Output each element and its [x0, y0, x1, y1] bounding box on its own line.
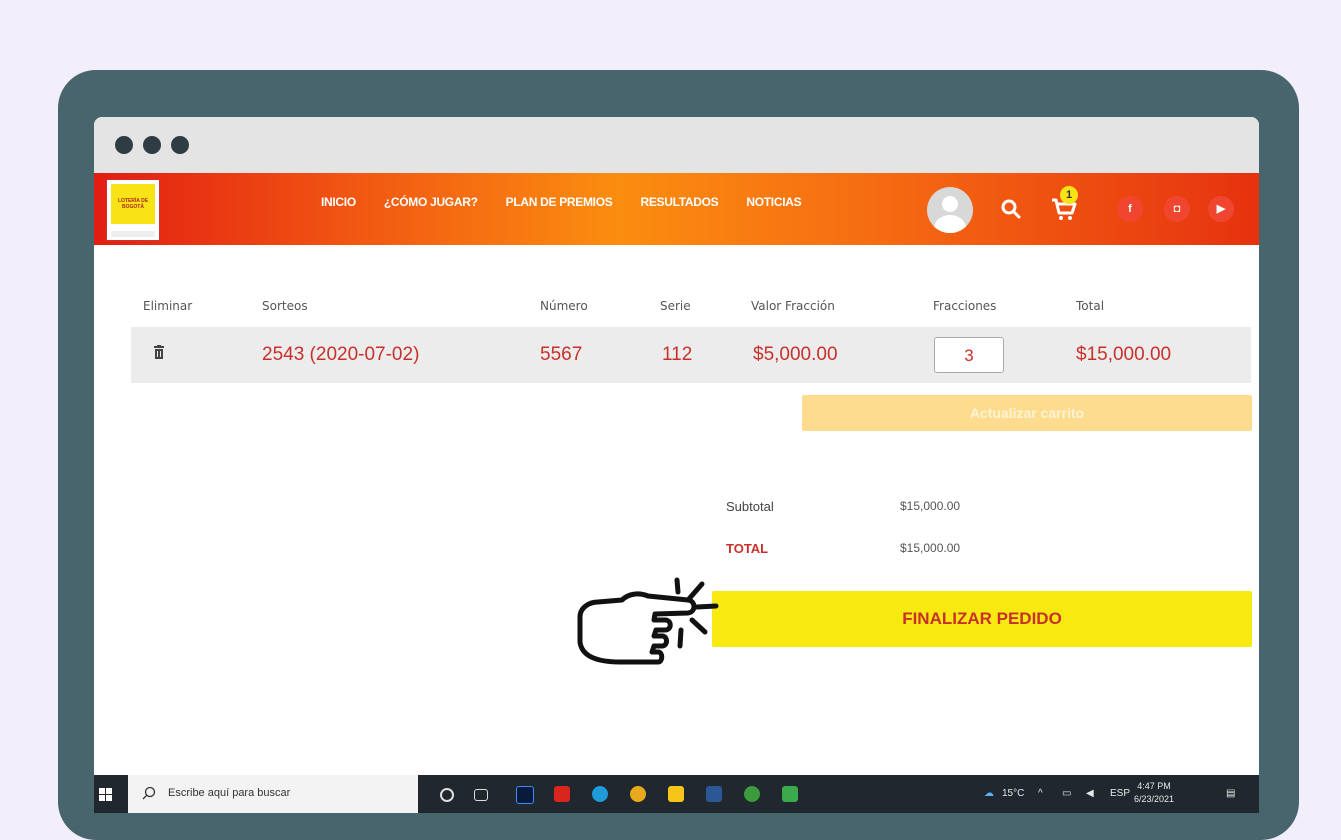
- clock-time: 4:47 PM: [1137, 781, 1171, 791]
- cell-numero: 5567: [540, 344, 583, 365]
- cell-sorteo: 2543 (2020-07-02): [262, 344, 420, 365]
- cell-valor-fraccion: $5,000.00: [753, 344, 838, 365]
- volume-icon[interactable]: ◀: [1086, 788, 1094, 799]
- nav-link-inicio[interactable]: INICIO: [321, 195, 356, 209]
- header-valor-fraccion: Valor Fracción: [751, 299, 835, 313]
- facebook-icon[interactable]: f: [1117, 196, 1143, 222]
- tray-up-icon[interactable]: ^: [1038, 788, 1043, 799]
- window-dot: [171, 136, 189, 154]
- weather-icon: ☁: [984, 788, 994, 799]
- total-value: $15,000.00: [900, 541, 961, 555]
- checkout-button[interactable]: FINALIZAR PEDIDO: [712, 591, 1252, 647]
- trash-icon[interactable]: [153, 345, 165, 359]
- cortana-icon[interactable]: [440, 788, 454, 802]
- notifications-icon[interactable]: ▤: [1226, 788, 1235, 799]
- chrome-icon[interactable]: [630, 786, 646, 802]
- nav-links: INICIO ¿CÓMO JUGAR? PLAN DE PREMIOS RESU…: [321, 195, 829, 209]
- nav-link-como-jugar[interactable]: ¿CÓMO JUGAR?: [384, 195, 478, 209]
- nav-link-plan-premios[interactable]: PLAN DE PREMIOS: [506, 195, 613, 209]
- youtube-icon[interactable]: ▶: [1208, 196, 1234, 222]
- file-explorer-icon[interactable]: [668, 786, 684, 802]
- window-dot: [115, 136, 133, 154]
- pointing-hand-icon: [577, 577, 719, 665]
- acrobat-icon[interactable]: [554, 786, 570, 802]
- edge-icon[interactable]: [592, 786, 608, 802]
- word-icon[interactable]: [706, 786, 722, 802]
- total-label: TOTAL: [726, 541, 769, 556]
- taskbar-clock[interactable]: 4:47 PM 6/23/2021: [1134, 780, 1174, 806]
- header-total: Total: [1076, 299, 1105, 313]
- windows-taskbar: Escribe aquí para buscar ☁ 15°C ^ ▭ ◀ ES…: [94, 775, 1259, 813]
- active-app-icon[interactable]: [782, 786, 798, 802]
- site-logo[interactable]: LOTERÍA DE BOGOTÁ: [106, 179, 160, 241]
- header-serie: Serie: [660, 299, 691, 313]
- avatar-body: [934, 215, 966, 233]
- cart-count-badge: 1: [1060, 186, 1078, 204]
- taskbar-search-placeholder: Escribe aquí para buscar: [168, 787, 291, 799]
- nav-link-resultados[interactable]: RESULTADOS: [640, 195, 718, 209]
- photoshop-icon[interactable]: [516, 786, 534, 804]
- header-numero: Número: [540, 299, 588, 313]
- subtotal-label: Subtotal: [726, 499, 774, 514]
- window-titlebar: [94, 117, 1259, 173]
- header-fracciones: Fracciones: [933, 299, 997, 313]
- update-cart-button[interactable]: Actualizar carrito: [802, 395, 1252, 431]
- taskbar-search[interactable]: Escribe aquí para buscar: [128, 775, 418, 813]
- site-navbar: LOTERÍA DE BOGOTÁ INICIO ¿CÓMO JUGAR? PL…: [94, 173, 1259, 245]
- weather-temp: 15°C: [1002, 788, 1025, 799]
- app-icon[interactable]: [744, 786, 760, 802]
- cell-serie: 112: [662, 344, 693, 365]
- network-icon[interactable]: ▭: [1062, 788, 1071, 799]
- cell-total: $15,000.00: [1076, 344, 1172, 365]
- task-view-icon[interactable]: [474, 789, 488, 801]
- header-sorteos: Sorteos: [262, 299, 308, 313]
- window-dot: [143, 136, 161, 154]
- nav-link-noticias[interactable]: NOTICIAS: [746, 195, 801, 209]
- windows-start-icon[interactable]: [99, 788, 112, 801]
- header-eliminar: Eliminar: [143, 299, 193, 313]
- logo-footer: [111, 231, 155, 237]
- fracciones-input[interactable]: 3: [934, 337, 1004, 373]
- avatar-head: [942, 196, 958, 212]
- subtotal-value: $15,000.00: [900, 499, 961, 513]
- search-icon: [142, 786, 156, 800]
- search-icon[interactable]: [1001, 199, 1021, 219]
- clock-date: 6/23/2021: [1134, 794, 1175, 804]
- language-indicator[interactable]: ESP: [1110, 788, 1130, 799]
- logo-text: LOTERÍA DE BOGOTÁ: [111, 184, 155, 224]
- browser-window: LOTERÍA DE BOGOTÁ INICIO ¿CÓMO JUGAR? PL…: [94, 117, 1259, 813]
- user-avatar[interactable]: [927, 187, 973, 233]
- cart-row: 2543 (2020-07-02) 5567 112 $5,000.00 3 $…: [131, 327, 1251, 383]
- instagram-icon[interactable]: ◘: [1164, 196, 1190, 222]
